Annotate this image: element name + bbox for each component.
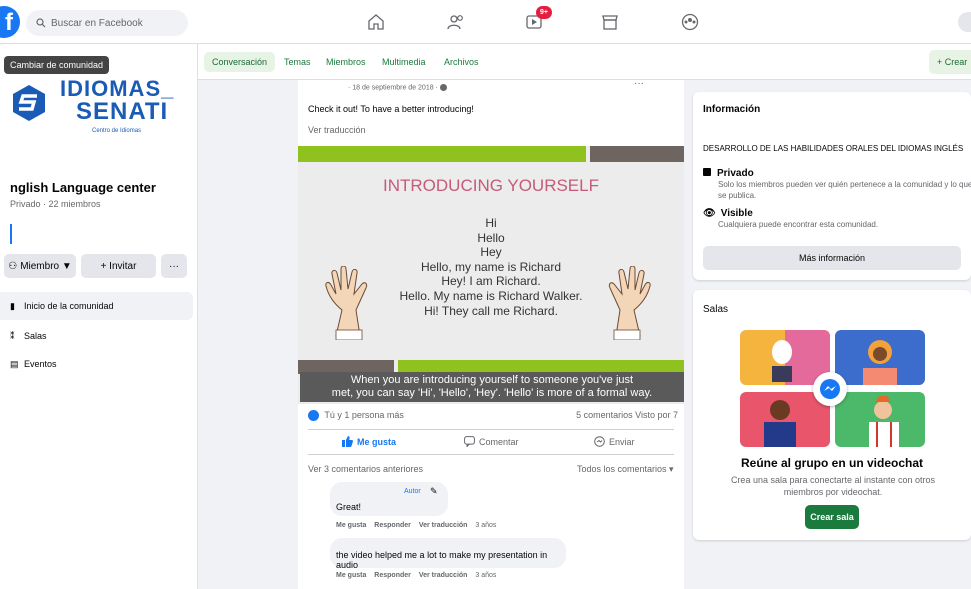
calendar-icon: ▤ [10,358,19,369]
waving-hand-left-icon [325,266,368,340]
post-video-slide[interactable]: INTRODUCING YOURSELF Hi Hello Hey Hello,… [298,146,684,404]
sidebar-item-events[interactable]: ▤ Eventos [0,350,193,378]
post-text: Check it out! To have a better introduci… [308,104,474,114]
comment-like-link[interactable]: Me gusta [336,572,366,579]
pin-icon: ✎ [430,486,438,496]
divider [308,429,674,430]
videochat-description: Crea una sala para conectarte al instant… [730,475,936,497]
illustration-person-tile [835,330,925,385]
more-info-button[interactable]: Más información [703,246,961,270]
post-options-button[interactable]: ··· [634,78,644,89]
view-previous-comments-link[interactable]: Ver 3 comentarios anteriores [308,464,423,474]
marketplace-icon[interactable] [600,12,620,32]
comment-actions: Me gusta Responder Ver traducción 3 años [336,572,496,579]
friends-icon[interactable] [446,12,466,32]
group-description: DESARROLLO DE LAS HABILIDADES ORALES DEL… [703,144,964,153]
thumbs-up-icon [342,436,353,447]
switch-community-tooltip: Cambiar de comunidad [4,56,110,74]
comment-bubble: the video helped me a lot to make my pre… [330,538,566,570]
rooms-icon: ⁑ [10,330,15,341]
top-navigation-bar: f Buscar en Facebook 9+ [0,0,971,44]
invite-button[interactable]: + Invitar [81,254,156,278]
slide-caption: When you are introducing yourself to som… [300,372,684,402]
group-name[interactable]: nglish Language center [10,180,156,195]
search-placeholder: Buscar en Facebook [51,17,143,29]
like-button[interactable]: Me gusta [342,436,396,447]
rooms-card: Salas Reúne al grupo en un videochat Cre… [693,290,971,540]
comment-reply-link[interactable]: Responder [374,572,411,579]
comment-filter-dropdown[interactable]: Todos los comentarios ▾ [577,464,674,475]
group-brand-logo: IDIOMAS_ SENATI Centro de Idiomas [10,76,180,146]
comment-timestamp: 3 años [475,522,497,529]
group-meta: Privado · 22 miembros [10,199,101,209]
rooms-title: Salas [703,304,729,315]
visibility-info: 👁 Visible Cualquiera puede encontrar esta… [703,208,879,229]
more-options-button[interactable]: ··· [161,254,187,278]
group-tabs: Conversación Temas Miembros Multimedia A… [198,44,971,80]
tab-members[interactable]: Miembros [326,52,366,72]
like-reaction-icon [308,410,319,422]
tab-media[interactable]: Multimedia [382,52,426,72]
send-icon [594,436,605,447]
sidebar-item-rooms[interactable]: ⁑ Salas [0,322,193,350]
facebook-logo[interactable]: f [0,6,20,38]
messenger-video-icon [813,372,847,406]
post-card: · 18 de septiembre de 2018 · ··· Check i… [298,78,684,589]
post-date: · 18 de septiembre de 2018 · [348,84,447,91]
menu-grid-icon[interactable] [958,12,971,32]
tab-files[interactable]: Archivos [444,52,479,72]
comment-bubble: Autor ✎ Great! [330,482,448,516]
slide-bar [590,146,684,162]
home-icon[interactable] [366,12,386,32]
brand-subtitle: Centro de Idiomas [92,128,142,134]
comment-actions: Me gusta Responder Ver traducción 3 años [336,522,496,529]
send-button[interactable]: Enviar [594,436,635,447]
comment-translate-link[interactable]: Ver traducción [419,522,468,529]
about-card: Información DESARROLLO DE LAS HABILIDADE… [693,92,971,280]
sidebar-item-home[interactable]: ▮ Inicio de la comunidad [0,292,193,320]
comment-translate-link[interactable]: Ver traducción [419,572,468,579]
globe-icon [439,84,447,91]
comment-timestamp: 3 años [475,572,497,579]
author-badge: Autor [404,488,421,495]
notification-badge: 9+ [536,6,552,19]
tab-conversation[interactable]: Conversación [204,52,276,72]
comment-view-stats[interactable]: 5 comentarios Visto por 7 [576,410,678,420]
illustration-waving-tile [835,392,925,447]
divider [308,454,674,455]
search-icon [36,18,46,28]
privacy-info: Privado Solo los miembros pueden ver qui… [703,168,971,201]
tab-topics[interactable]: Temas [284,52,311,72]
member-button[interactable]: ⚇ Miembro ▼ [4,254,76,278]
create-room-button[interactable]: Crear sala [805,505,859,529]
eye-icon: 👁 [703,208,716,219]
comment-reply-link[interactable]: Responder [374,522,411,529]
comment-text: Great! [336,502,362,512]
home-icon: ▮ [10,300,15,311]
groups-icon[interactable] [680,12,700,32]
slide-bar [298,146,586,162]
about-title: Información [703,104,761,115]
search-input[interactable]: Buscar en Facebook [26,10,188,36]
create-button[interactable]: + Crear [929,50,971,74]
slide-title: INTRODUCING YOURSELF [383,176,599,195]
comment-button[interactable]: Comentar [464,436,519,447]
senati-logo-icon [13,85,45,121]
selection-indicator [10,224,12,244]
reaction-summary[interactable]: Tú y 1 persona más 5 comentarios Visto p… [308,410,678,424]
member-icon: ⚇ [8,260,18,272]
waving-hand-right-icon [608,266,651,340]
comment-like-link[interactable]: Me gusta [336,522,366,529]
group-sidebar: Cambiar de comunidad IDIOMAS_ SENATI Cen… [0,44,198,589]
videochat-title: Reúne al grupo en un videochat [740,456,924,470]
comment-text: the video helped me a lot to make my pre… [336,550,548,570]
brand-title-line2: SENATI [76,98,169,125]
comment-icon [464,436,475,447]
see-translation-link[interactable]: Ver traducción [308,125,366,135]
lock-icon [703,168,711,176]
